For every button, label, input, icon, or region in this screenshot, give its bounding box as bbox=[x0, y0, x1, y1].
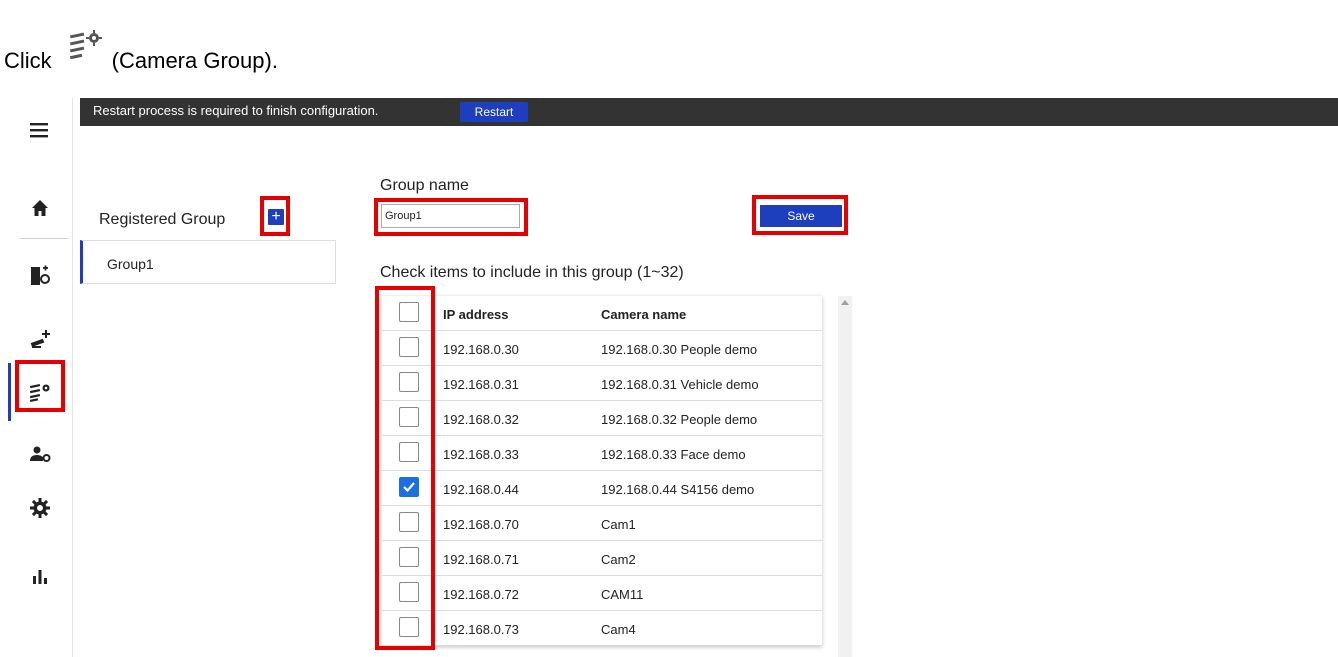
camera-checkbox[interactable] bbox=[399, 547, 419, 567]
camera-name-cell: 192.168.0.33 Face demo bbox=[601, 447, 746, 462]
camera-checkbox[interactable] bbox=[399, 442, 419, 462]
ip-address-cell: 192.168.0.31 bbox=[443, 377, 519, 392]
camera-name-column-header: Camera name bbox=[601, 307, 687, 322]
table-row[interactable]: 192.168.0.71 Cam2 bbox=[382, 541, 822, 576]
add-group-button[interactable]: + bbox=[268, 209, 284, 225]
ip-address-cell: 192.168.0.70 bbox=[443, 517, 519, 532]
group-name-input[interactable] bbox=[381, 204, 520, 228]
device-settings-icon bbox=[31, 265, 50, 285]
instruction-target-label: (Camera Group). bbox=[111, 48, 278, 73]
add-camera-icon bbox=[30, 330, 50, 348]
ip-address-cell: 192.168.0.72 bbox=[443, 587, 519, 602]
camera-checkbox[interactable] bbox=[399, 617, 419, 637]
table-row[interactable]: 192.168.0.30 192.168.0.30 People demo bbox=[382, 331, 822, 366]
ip-address-cell: 192.168.0.32 bbox=[443, 412, 519, 427]
group-list-item-label: Group1 bbox=[107, 256, 154, 272]
table-row[interactable]: 192.168.0.72 CAM11 bbox=[382, 576, 822, 611]
nav-add-camera[interactable] bbox=[8, 318, 72, 362]
save-button[interactable]: Save bbox=[760, 205, 842, 227]
gear-icon bbox=[30, 498, 50, 518]
user-settings-icon bbox=[30, 446, 51, 462]
ip-address-cell: 192.168.0.73 bbox=[443, 622, 519, 637]
table-row[interactable]: 192.168.0.73 Cam4 bbox=[382, 611, 822, 646]
restart-message: Restart process is required to finish co… bbox=[93, 103, 379, 118]
registered-group-title: Registered Group bbox=[99, 211, 226, 228]
group-name-label: Group name bbox=[380, 177, 469, 194]
instruction-click-word: Click bbox=[4, 48, 52, 73]
nav-statistics[interactable] bbox=[8, 554, 72, 598]
restart-button[interactable]: Restart bbox=[460, 102, 528, 122]
ip-address-cell: 192.168.0.71 bbox=[443, 552, 519, 567]
restart-notification-bar: Restart process is required to finish co… bbox=[80, 98, 1338, 126]
ip-column-header: IP address bbox=[443, 307, 509, 322]
table-row[interactable]: 192.168.0.70 Cam1 bbox=[382, 506, 822, 541]
instruction-text: Click (Camera Group). bbox=[4, 30, 278, 74]
menu-button[interactable] bbox=[8, 108, 72, 152]
group-list-item[interactable]: Group1 bbox=[80, 240, 336, 284]
table-scrollbar[interactable] bbox=[838, 296, 852, 657]
checkmark-icon bbox=[403, 482, 415, 493]
nav-camera-group[interactable] bbox=[8, 370, 72, 414]
camera-table: IP address Camera name 192.168.0.30 192.1… bbox=[382, 296, 822, 646]
camera-name-cell: 192.168.0.44 S4156 demo bbox=[601, 482, 755, 497]
camera-name-cell: Cam4 bbox=[601, 622, 636, 637]
camera-name-cell: CAM11 bbox=[601, 587, 644, 602]
camera-checkbox[interactable] bbox=[399, 372, 419, 392]
home-icon bbox=[32, 200, 48, 216]
camera-group-icon bbox=[62, 24, 106, 68]
camera-checkbox[interactable] bbox=[399, 582, 419, 602]
scroll-up-arrow-icon[interactable] bbox=[841, 300, 849, 305]
ip-address-cell: 192.168.0.30 bbox=[443, 342, 519, 357]
table-row[interactable]: 192.168.0.44 192.168.0.44 S4156 demo bbox=[382, 471, 822, 506]
nav-home[interactable] bbox=[8, 186, 72, 230]
camera-checkbox[interactable] bbox=[399, 477, 419, 497]
table-row[interactable]: 192.168.0.32 192.168.0.32 People demo bbox=[382, 401, 822, 436]
camera-name-cell: 192.168.0.32 People demo bbox=[601, 412, 758, 427]
sidebar bbox=[8, 98, 73, 657]
statistics-icon bbox=[33, 570, 47, 584]
check-items-label: Check items to include in this group (1~… bbox=[380, 264, 684, 281]
sidebar-divider bbox=[20, 238, 68, 239]
select-all-checkbox[interactable] bbox=[399, 302, 419, 322]
camera-group-icon bbox=[29, 383, 50, 403]
table-header-row: IP address Camera name bbox=[382, 296, 822, 331]
camera-name-cell: Cam2 bbox=[601, 552, 636, 567]
ip-address-cell: 192.168.0.44 bbox=[443, 482, 519, 497]
menu-icon bbox=[30, 123, 48, 138]
ip-address-cell: 192.168.0.33 bbox=[443, 447, 519, 462]
table-row[interactable]: 192.168.0.31 192.168.0.31 Vehicle demo bbox=[382, 366, 822, 401]
camera-checkbox[interactable] bbox=[399, 337, 419, 357]
camera-name-cell: 192.168.0.31 Vehicle demo bbox=[601, 377, 759, 392]
nav-user-settings[interactable] bbox=[8, 432, 72, 476]
camera-checkbox[interactable] bbox=[399, 407, 419, 427]
camera-checkbox[interactable] bbox=[399, 512, 419, 532]
table-row[interactable]: 192.168.0.33 192.168.0.33 Face demo bbox=[382, 436, 822, 471]
nav-device-settings[interactable] bbox=[8, 254, 72, 298]
camera-name-cell: Cam1 bbox=[601, 517, 636, 532]
nav-settings[interactable] bbox=[8, 486, 72, 530]
camera-name-cell: 192.168.0.30 People demo bbox=[601, 342, 758, 357]
